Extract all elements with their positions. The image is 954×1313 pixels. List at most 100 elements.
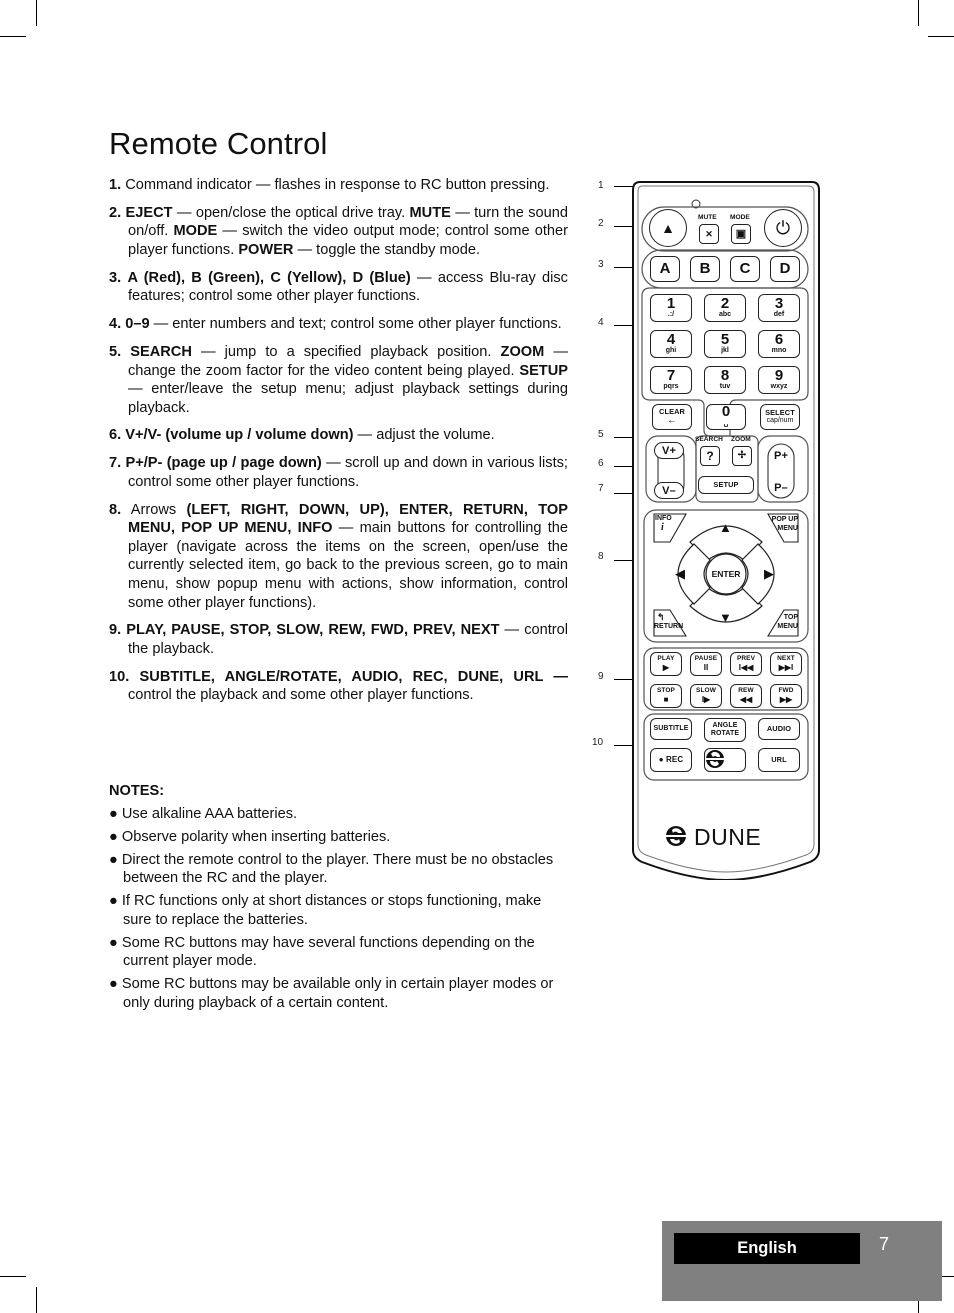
question-icon: ? [706,449,714,463]
clear-button[interactable]: CLEAR ← [652,404,692,430]
url-button[interactable]: URL [758,748,800,772]
description-item: 5. SEARCH — jump to a specified playback… [109,343,568,417]
digit-button-0[interactable]: 0 ␣ [706,404,746,430]
return-button[interactable]: ↰ RETURN [654,612,688,636]
rec-button[interactable]: ● REC [650,748,692,772]
note-item: ● Some RC buttons may be available only … [109,976,554,1011]
color-button-d[interactable]: D [770,256,800,282]
item-number: 7. [109,455,122,472]
subtitle-button[interactable]: SUBTITLE [650,718,692,740]
play-button[interactable]: PLAY ▶ [650,652,682,676]
slow-button[interactable]: SLOW I▶ [690,684,722,708]
color-button-b[interactable]: B [690,256,720,282]
digit-button-2[interactable]: 2 abc [704,294,746,322]
volume-up-button[interactable]: V+ [654,442,684,459]
search-button[interactable]: ? [700,446,720,466]
mode-label: MODE [730,214,750,221]
description-text: — enter/leave the setup menu; adjust pla… [128,381,568,416]
description-text: — jump to a specified playback position. [191,343,501,360]
info-button[interactable]: INFO i [655,515,685,541]
zoom-crosshair-icon: ✢ [737,450,747,461]
select-button[interactable]: SELECT cap/num [760,404,800,430]
volume-down-button[interactable]: V– [654,482,684,499]
button-name: EJECT [125,204,173,221]
pause-icon: II [703,663,709,672]
item-number: 10. [109,668,130,685]
dune-button[interactable] [704,748,746,772]
pause-button[interactable]: PAUSE II [690,652,722,676]
page-title: Remote Control [109,126,328,161]
rew-button[interactable]: REW ◀◀ [730,684,762,708]
crop-mark [0,36,26,37]
fwd-icon: ▶▶ [779,695,793,704]
crop-mark [928,36,954,37]
language-badge: English [674,1233,860,1264]
digit-button-1[interactable]: 1 .:/ [650,294,692,322]
next-button[interactable]: NEXT ▶▶I [770,652,802,676]
dune-icon [705,750,725,768]
zoom-button[interactable]: ✢ [732,446,752,466]
rew-icon: ◀◀ [739,695,753,704]
crop-mark [918,0,919,26]
enter-button[interactable]: ENTER [706,569,746,579]
fwd-button[interactable]: FWD ▶▶ [770,684,802,708]
top-menu-button[interactable]: TOP MENU [768,613,798,637]
mute-label: MUTE [698,214,717,221]
callout-number: 7 [598,483,604,494]
mode-button[interactable]: ▣ [731,224,751,244]
button-name: MUTE [409,204,451,221]
digit-button-3[interactable]: 3 def [758,294,800,322]
mute-button[interactable]: ✕ [699,224,719,244]
button-name: SEARCH [130,343,192,360]
digit-button-5[interactable]: 5 jkl [704,330,746,358]
stop-button[interactable]: STOP ■ [650,684,682,708]
mode-icon: ▣ [735,228,747,240]
popup-menu-button[interactable]: POP UP MENU [768,515,798,541]
button-name: SUBTITLE, ANGLE/ROTATE, AUDIO, REC, DUNE… [139,668,568,685]
prev-icon: I◀◀ [738,663,754,672]
note-item: ● If RC functions only at short distance… [109,893,542,928]
return-icon: ↰ [657,612,665,622]
digit-button-8[interactable]: 8 tuv [704,366,746,394]
digit-button-7[interactable]: 7 pqrs [650,366,692,394]
button-name: V+/V- (volume up / volume down) [125,427,354,444]
crop-mark [0,1276,26,1277]
item-number: 2. [109,204,122,221]
button-name: SETUP [519,362,568,379]
note-item: ● Some RC buttons may have several funct… [109,934,535,970]
note-item: ● Use alkaline AAA batteries. [109,806,298,823]
note-item: ● Observe polarity when inserting batter… [109,828,391,845]
page-down-button[interactable]: P– [768,478,794,498]
digit-button-4[interactable]: 4 ghi [650,330,692,358]
button-name: ZOOM [500,343,545,360]
digit-button-6[interactable]: 6 mno [758,330,800,358]
eject-button[interactable]: ▲ [649,209,687,247]
item-number: 6. [109,427,122,444]
power-button[interactable]: ⏻ [764,209,802,247]
callout-number: 5 [598,429,604,440]
backspace-icon: ← [667,415,677,426]
mute-icon: ✕ [705,229,713,239]
description-item: 9. PLAY, PAUSE, STOP, SLOW, REW, FWD, PR… [109,621,568,658]
prev-button[interactable]: PREV I◀◀ [730,652,762,676]
description-text: — open/close the optical drive tray. [172,204,410,221]
page-up-button[interactable]: P+ [768,446,794,466]
angle-rotate-button[interactable]: ANGLE ROTATE [704,718,746,742]
audio-button[interactable]: AUDIO [758,718,800,740]
description-item: 2. EJECT — open/close the optical drive … [109,204,568,260]
brand-name: DUNE [694,824,762,850]
power-icon: ⏻ [775,218,791,238]
description-item: 7. P+/P- (page up / page down) — scroll … [109,454,568,491]
item-number: 1. [109,177,122,193]
left-arrow-icon: ◀ [675,566,685,581]
digit-button-9[interactable]: 9 wxyz [758,366,800,394]
callout-number: 9 [598,671,604,682]
up-arrow-icon: ▲ [719,520,732,535]
setup-button[interactable]: SETUP [698,476,754,494]
callout-number: 1 [598,180,604,191]
callout-number: 3 [598,259,604,270]
page-number: 7 [879,1234,890,1254]
color-button-c[interactable]: C [730,256,760,282]
color-button-a[interactable]: A [650,256,680,282]
callout-number: 4 [598,317,604,328]
